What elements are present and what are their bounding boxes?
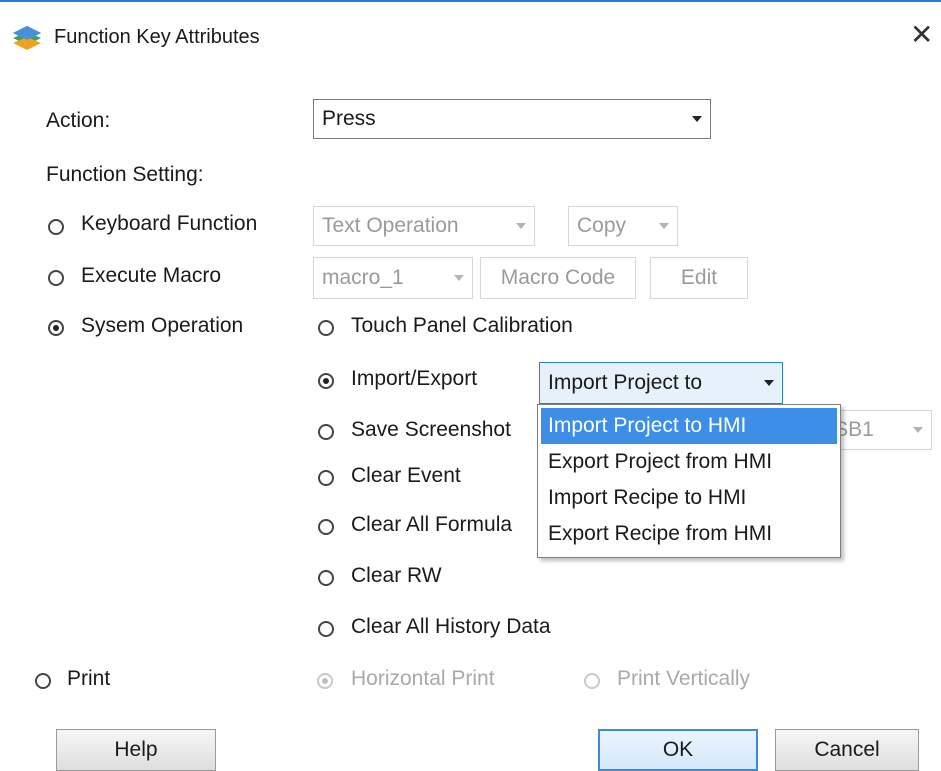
horizontal-print-radio bbox=[317, 673, 333, 689]
clear-event-label: Clear Event bbox=[351, 464, 461, 487]
import-export-label: Import/Export bbox=[351, 367, 478, 390]
keyboard-function-label: Keyboard Function bbox=[81, 212, 258, 235]
dropdown-option-import-project[interactable]: Import Project to HMI bbox=[541, 408, 837, 444]
macro-select-value: macro_1 bbox=[322, 266, 404, 289]
chevron-down-icon bbox=[913, 427, 923, 433]
vertical-print-radio bbox=[584, 673, 600, 689]
chevron-down-icon bbox=[692, 116, 702, 122]
system-operation-radio[interactable] bbox=[48, 320, 64, 336]
action-label: Action: bbox=[46, 109, 111, 132]
touch-calibration-label: Touch Panel Calibration bbox=[351, 314, 573, 337]
clear-event-radio[interactable] bbox=[318, 470, 334, 486]
save-screenshot-label: Save Screenshot bbox=[351, 418, 511, 441]
clear-rw-radio[interactable] bbox=[318, 570, 334, 586]
vertical-print-label: Print Vertically bbox=[617, 667, 751, 690]
chevron-down-icon bbox=[764, 380, 774, 386]
window-top-border bbox=[0, 0, 941, 2]
clear-formula-radio[interactable] bbox=[318, 519, 334, 535]
app-layers-icon bbox=[13, 26, 41, 50]
dropdown-option-import-recipe[interactable]: Import Recipe to HMI bbox=[538, 480, 840, 516]
execute-macro-radio[interactable] bbox=[48, 270, 64, 286]
horizontal-print-label: Horizontal Print bbox=[351, 667, 495, 690]
action-select-value: Press bbox=[322, 107, 376, 130]
edit-macro-button: Edit bbox=[650, 257, 748, 299]
clear-rw-label: Clear RW bbox=[351, 564, 442, 587]
macro-select: macro_1 bbox=[313, 257, 473, 299]
dropdown-option-export-project[interactable]: Export Project from HMI bbox=[538, 444, 840, 480]
chevron-down-icon bbox=[659, 223, 669, 229]
import-export-radio[interactable] bbox=[318, 373, 334, 389]
copy-select-value: Copy bbox=[577, 214, 627, 237]
action-select[interactable]: Press bbox=[313, 99, 711, 139]
touch-calibration-radio[interactable] bbox=[318, 320, 334, 336]
import-export-dropdown-list: Import Project to HMI Export Project fro… bbox=[537, 404, 841, 558]
function-setting-label: Function Setting: bbox=[46, 163, 204, 186]
save-screenshot-radio[interactable] bbox=[318, 424, 334, 440]
print-radio[interactable] bbox=[35, 673, 51, 689]
close-icon[interactable]: ✕ bbox=[910, 20, 933, 50]
clear-formula-label: Clear All Formula bbox=[351, 513, 513, 536]
text-operation-select: Text Operation bbox=[313, 206, 535, 246]
execute-macro-label: Execute Macro bbox=[81, 264, 222, 287]
text-operation-value: Text Operation bbox=[322, 214, 459, 237]
help-button[interactable]: Help bbox=[56, 729, 216, 771]
import-export-select-value: Import Project to bbox=[548, 371, 703, 394]
screenshot-target-select: USB1 bbox=[819, 410, 932, 450]
system-operation-label: Sysem Operation bbox=[81, 314, 244, 337]
window-title: Function Key Attributes bbox=[54, 26, 260, 48]
import-export-select[interactable]: Import Project to bbox=[539, 362, 783, 404]
macro-code-button: Macro Code bbox=[480, 257, 636, 299]
chevron-down-icon bbox=[516, 223, 526, 229]
dropdown-option-export-recipe[interactable]: Export Recipe from HMI bbox=[538, 516, 840, 552]
chevron-down-icon bbox=[454, 275, 464, 281]
clear-history-radio[interactable] bbox=[318, 621, 334, 637]
print-label: Print bbox=[67, 667, 111, 690]
keyboard-function-radio[interactable] bbox=[48, 219, 64, 235]
clear-history-label: Clear All History Data bbox=[351, 615, 551, 638]
copy-select: Copy bbox=[568, 206, 678, 246]
cancel-button[interactable]: Cancel bbox=[775, 729, 919, 771]
ok-button[interactable]: OK bbox=[598, 729, 758, 771]
